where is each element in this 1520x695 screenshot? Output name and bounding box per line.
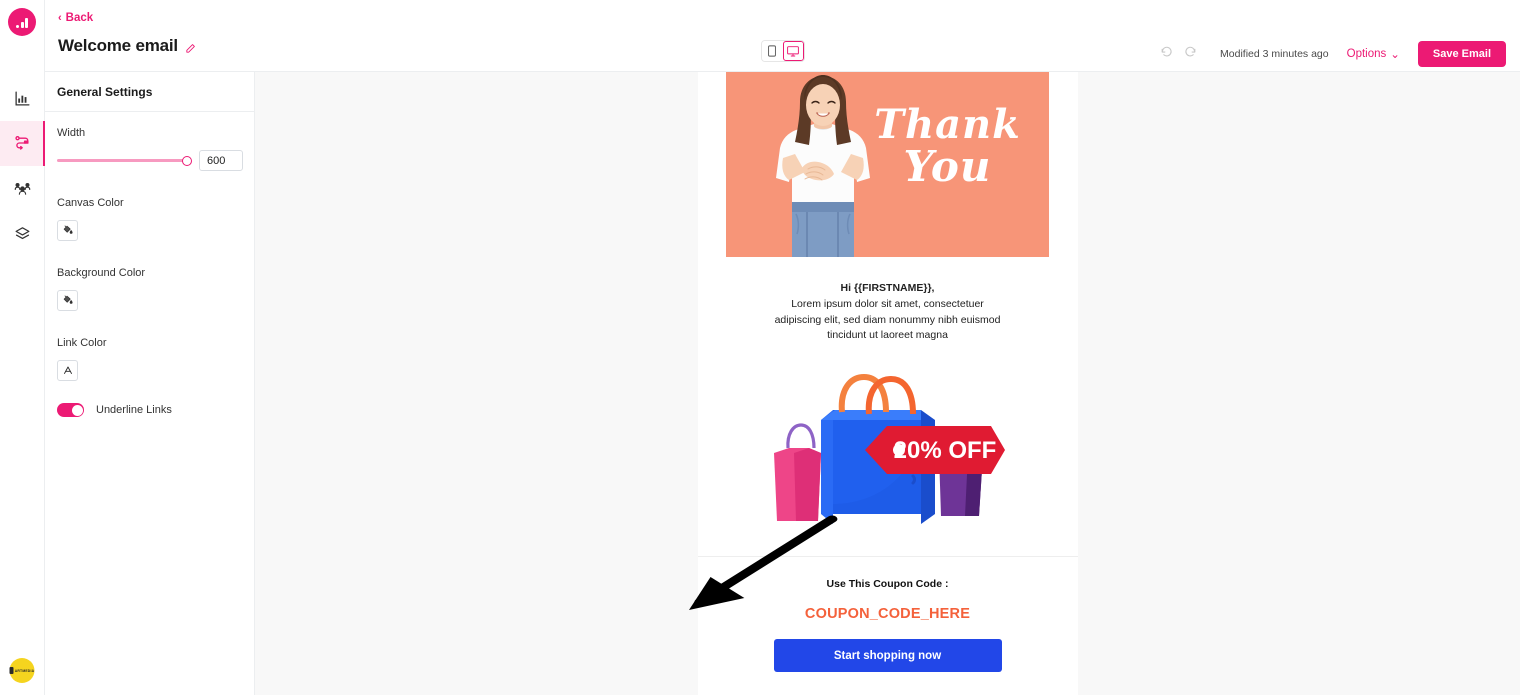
save-email-button[interactable]: Save Email bbox=[1417, 41, 1506, 67]
sidebar-item-products[interactable] bbox=[0, 211, 45, 256]
settings-fields: Width Canvas Color bbox=[45, 112, 254, 417]
device-desktop-button[interactable] bbox=[782, 41, 804, 61]
paint-bucket-icon bbox=[62, 222, 73, 240]
email-preview[interactable]: Thank You Hi {{FIRSTNAME}}, Lorem ipsum … bbox=[697, 72, 1078, 695]
pencil-icon[interactable] bbox=[185, 41, 196, 53]
greeting-line-3: adipiscing elit, sed diam nonummy nibh e… bbox=[774, 313, 1001, 326]
primary-nav-rail: ARTMEDIA bbox=[0, 0, 45, 695]
link-color-label: Link Color bbox=[57, 337, 107, 349]
width-label: Width bbox=[57, 127, 86, 139]
options-label: Options bbox=[1346, 48, 1387, 60]
content-divider bbox=[697, 556, 1078, 558]
undo-arrow-icon bbox=[1160, 45, 1173, 63]
hero-banner-block[interactable]: Thank You bbox=[726, 72, 1049, 257]
undo-button[interactable] bbox=[1154, 44, 1178, 64]
general-settings-panel: General Settings Width Canvas Color bbox=[45, 72, 255, 695]
device-mobile-button[interactable] bbox=[761, 41, 783, 61]
canvas-color-picker[interactable] bbox=[57, 220, 78, 241]
redo-arrow-icon bbox=[1184, 45, 1197, 63]
device-preview-toggle bbox=[760, 40, 805, 62]
toggle-knob bbox=[71, 404, 83, 416]
main-area: ‹ Back Welcome email Modified 3 minutes … bbox=[45, 0, 1520, 695]
topbar-actions: Modified 3 minutes ago Options ⌄ Save Em… bbox=[1154, 41, 1506, 67]
hero-script-text: Thank You bbox=[860, 101, 1035, 191]
greeting-line-4: tincidunt ut laoreet magna bbox=[827, 329, 948, 342]
sidebar-item-automation[interactable] bbox=[0, 121, 45, 166]
title-row: Welcome email bbox=[58, 36, 196, 56]
badge-mark-icon bbox=[9, 667, 14, 674]
email-canvas-area: Thank You Hi {{FIRSTNAME}}, Lorem ipsum … bbox=[255, 72, 1520, 695]
sidebar-item-analytics[interactable] bbox=[0, 76, 45, 121]
greeting-text-block[interactable]: Hi {{FIRSTNAME}}, Lorem ipsum dolor sit … bbox=[738, 281, 1038, 344]
back-button[interactable]: ‹ Back bbox=[58, 12, 93, 24]
underline-links-label: Underline Links bbox=[96, 404, 172, 416]
modified-timestamp: Modified 3 minutes ago bbox=[1220, 48, 1329, 60]
chevron-down-icon: ⌄ bbox=[1390, 49, 1400, 61]
rail-item-list bbox=[0, 76, 45, 256]
badge-label: ARTMEDIA bbox=[14, 668, 35, 673]
partner-badge[interactable]: ARTMEDIA bbox=[9, 658, 35, 683]
background-color-label: Background Color bbox=[57, 267, 146, 279]
width-control bbox=[57, 150, 243, 171]
editor-body: General Settings Width Canvas Color bbox=[45, 72, 1520, 695]
coupon-code[interactable]: COUPON_CODE_HERE bbox=[805, 606, 970, 622]
settings-heading: General Settings bbox=[45, 72, 254, 112]
sidebar-item-audience[interactable] bbox=[0, 166, 45, 211]
link-color-picker[interactable] bbox=[57, 360, 78, 381]
box-layers-icon bbox=[14, 225, 31, 242]
background-color-picker[interactable] bbox=[57, 290, 78, 311]
hero-script-line1: Thank bbox=[874, 101, 1021, 148]
canvas-color-label: Canvas Color bbox=[57, 197, 124, 209]
width-slider-track bbox=[57, 159, 190, 162]
underline-links-toggle[interactable] bbox=[57, 403, 84, 417]
editor-topbar: ‹ Back Welcome email Modified 3 minutes … bbox=[45, 0, 1520, 72]
paint-bucket-icon bbox=[62, 292, 73, 310]
promo-badge-text: 20% OFF bbox=[893, 437, 996, 464]
greeting-line-2: Lorem ipsum dolor sit amet, consectetuer bbox=[791, 297, 984, 310]
width-slider-knob[interactable] bbox=[182, 155, 192, 166]
underline-links-row: Underline Links bbox=[57, 403, 242, 417]
greeting-line-1: Hi {{FIRSTNAME}}, bbox=[840, 282, 935, 294]
page-title: Welcome email bbox=[58, 36, 178, 55]
coupon-label: Use This Coupon Code : bbox=[826, 578, 949, 591]
text-color-icon bbox=[63, 362, 73, 380]
bar-chart-icon bbox=[14, 90, 31, 107]
users-group-icon bbox=[14, 180, 31, 197]
start-shopping-button[interactable]: Start shopping now bbox=[773, 639, 1002, 673]
email-editor-app: ARTMEDIA ‹ Back Welcome email Modified 3… bbox=[0, 0, 1520, 695]
hero-script-line2: You bbox=[903, 142, 992, 191]
width-slider[interactable] bbox=[57, 154, 192, 168]
shopping-bags-illustration[interactable]: 20% OFF bbox=[763, 366, 1013, 526]
brand-logo[interactable] bbox=[8, 8, 36, 36]
chevron-left-icon: ‹ bbox=[58, 11, 62, 24]
workflow-icon bbox=[14, 135, 31, 152]
width-input[interactable] bbox=[199, 150, 243, 171]
redo-button[interactable] bbox=[1178, 44, 1202, 64]
options-dropdown[interactable]: Options ⌄ bbox=[1347, 47, 1400, 61]
back-label: Back bbox=[65, 12, 94, 24]
